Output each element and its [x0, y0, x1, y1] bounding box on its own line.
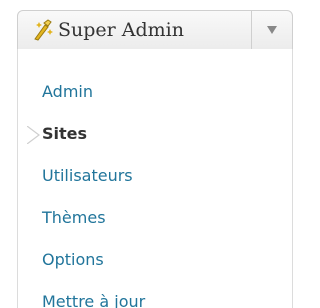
menu-item-admin[interactable]: Admin [42, 77, 93, 107]
menu-item-mettre-a-jour[interactable]: Mettre à jour [42, 287, 145, 308]
magic-wand-icon [34, 19, 53, 41]
chevron-down-icon [267, 26, 277, 34]
menu-toggle-button[interactable] [252, 11, 292, 49]
admin-menu: Super Admin Admin Sites Utilisateurs Thè… [0, 0, 305, 308]
menu-item-utilisateurs[interactable]: Utilisateurs [42, 161, 133, 191]
menu-item-themes[interactable]: Thèmes [42, 203, 106, 233]
menu-header-title: Super Admin [58, 19, 184, 41]
menu-item-options[interactable]: Options [42, 245, 104, 275]
current-item-pointer-icon [27, 126, 40, 144]
menu-list: Admin Sites Utilisateurs Thèmes Options … [17, 49, 293, 308]
menu-header: Super Admin [17, 10, 293, 50]
super-admin-button[interactable]: Super Admin [18, 11, 251, 49]
menu-item-sites[interactable]: Sites [42, 119, 87, 149]
